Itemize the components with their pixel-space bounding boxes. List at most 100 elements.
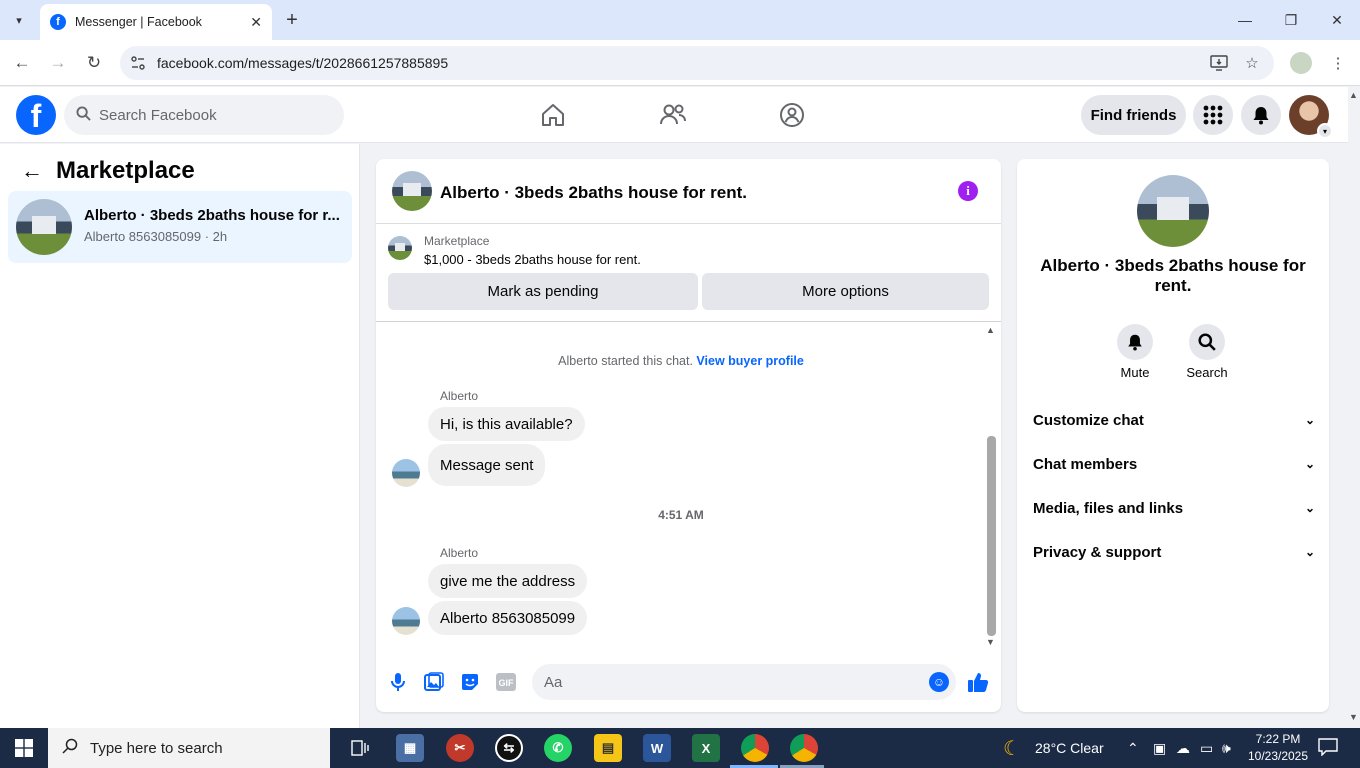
menu-grid-icon[interactable]	[1193, 95, 1233, 135]
forward-icon[interactable]: →	[45, 50, 71, 76]
sender-avatar[interactable]	[392, 459, 420, 487]
bookmark-star-icon[interactable]: ☆	[1241, 52, 1263, 74]
weather-text[interactable]: 28°C Clear	[1035, 740, 1104, 756]
listing-price[interactable]: $1,000 - 3beds 2baths house for rent.	[424, 252, 641, 267]
message-bubble[interactable]: Hi, is this available?	[428, 407, 585, 441]
message-timestamp: 4:51 AM	[658, 508, 704, 522]
section-label: Media, files and links	[1033, 499, 1184, 517]
new-tab-icon[interactable]: +	[280, 8, 304, 32]
taskbar-search-icon	[62, 738, 78, 759]
message-bubble[interactable]: Alberto 8563085099	[428, 601, 588, 635]
back-icon[interactable]: ←	[9, 50, 35, 76]
page-scroll-down-icon[interactable]: ▼	[1349, 712, 1358, 722]
chevron-down-icon: ⌄	[1304, 457, 1315, 471]
excel-icon[interactable]: X	[692, 734, 720, 762]
url-text[interactable]: facebook.com/messages/t/2028661257885895	[157, 55, 448, 71]
customize-chat-section[interactable]: Customize chat ⌄	[1033, 408, 1315, 432]
tab-search-chevron-icon[interactable]: ▾	[8, 9, 30, 31]
taskbar-clock[interactable]: 7:22 PM 10/23/2025	[1238, 731, 1318, 765]
chevron-down-icon: ⌄	[1304, 545, 1315, 559]
listing-mini-thumbnail	[388, 236, 412, 260]
conversation-name: Alberto · 3beds 2baths house for r...	[84, 207, 340, 224]
sender-avatar[interactable]	[392, 607, 420, 635]
facebook-search-input[interactable]	[99, 106, 319, 124]
task-view-icon[interactable]	[346, 734, 374, 762]
groups-icon[interactable]	[777, 100, 807, 130]
search-icon	[76, 105, 91, 125]
close-tab-icon[interactable]: ✕	[250, 14, 262, 31]
message-composer[interactable]	[532, 664, 956, 700]
site-info-icon[interactable]	[128, 53, 148, 73]
find-friends-button[interactable]: Find friends	[1081, 95, 1186, 135]
maximize-icon[interactable]: ❐	[1279, 8, 1303, 32]
tray-chevron-up-icon[interactable]: ⌃	[1127, 740, 1139, 757]
windows-start-icon[interactable]	[0, 728, 48, 768]
home-icon[interactable]	[538, 100, 568, 130]
section-label: Chat members	[1033, 455, 1138, 473]
account-avatar[interactable]: ▾	[1289, 95, 1333, 139]
minimize-icon[interactable]: —	[1233, 8, 1257, 32]
chat-members-section[interactable]: Chat members ⌄	[1033, 452, 1315, 476]
back-arrow-icon[interactable]: ←	[20, 158, 44, 183]
chat-scrollbar-thumb[interactable]	[987, 436, 996, 636]
sticky-notes-icon[interactable]: ▤	[594, 734, 622, 762]
browser-profile-avatar[interactable]	[1290, 52, 1312, 74]
listing-divider	[376, 321, 1001, 322]
notifications-bell-icon[interactable]	[1241, 95, 1281, 135]
whatsapp-icon[interactable]: ✆	[544, 734, 572, 762]
search-label: Search	[1186, 365, 1228, 380]
listing-label: Marketplace	[424, 234, 490, 248]
teamviewer-icon[interactable]: ⇆	[495, 734, 523, 762]
chrome-profile-icon[interactable]	[790, 734, 818, 762]
system-message-text: Alberto started this chat.	[558, 354, 693, 368]
taskbar-search-placeholder: Type here to search	[90, 739, 223, 757]
microphone-icon[interactable]	[386, 670, 410, 694]
tray-device-icon[interactable]: ▣	[1153, 740, 1166, 757]
friends-icon[interactable]	[658, 100, 688, 130]
more-options-button[interactable]: More options	[702, 273, 989, 310]
word-document-icon[interactable]: W	[643, 734, 671, 762]
tray-cloud-icon[interactable]: ☁	[1176, 740, 1190, 757]
listing-thumbnail	[16, 199, 72, 255]
panel-title: Marketplace	[56, 157, 195, 184]
chat-title[interactable]: Alberto · 3beds 2baths house for rent.	[440, 183, 747, 203]
chat-info-photo[interactable]	[1137, 175, 1209, 247]
close-window-icon[interactable]: ✕	[1325, 8, 1349, 32]
calculator-app-icon[interactable]: ▦	[396, 734, 424, 762]
emoji-icon[interactable]: ☺	[929, 672, 949, 692]
install-app-icon[interactable]	[1208, 52, 1230, 74]
media-files-links-section[interactable]: Media, files and links ⌄	[1033, 496, 1315, 520]
thumbs-up-icon[interactable]	[966, 670, 990, 694]
facebook-favicon-icon: f	[50, 14, 66, 30]
scroll-up-arrow-icon[interactable]: ▲	[986, 325, 995, 335]
taskbar-search[interactable]: Type here to search	[48, 728, 330, 768]
message-bubble[interactable]: give me the address	[428, 564, 588, 598]
notification-center-icon[interactable]	[1318, 738, 1338, 759]
reload-icon[interactable]: ↻	[81, 50, 107, 76]
mark-as-pending-button[interactable]: Mark as pending	[388, 273, 698, 310]
sticker-icon[interactable]	[458, 670, 482, 694]
browser-tab-messenger[interactable]: f Messenger | Facebook ✕	[40, 4, 272, 40]
page-scroll-up-icon[interactable]: ▲	[1349, 90, 1358, 100]
view-buyer-profile-link[interactable]: View buyer profile	[696, 354, 803, 368]
chat-header-thumbnail[interactable]	[392, 171, 432, 211]
scroll-down-arrow-icon[interactable]: ▼	[986, 637, 995, 647]
volume-icon[interactable]: 🕪	[1222, 740, 1231, 757]
weather-moon-icon[interactable]: ☾	[1003, 736, 1021, 761]
message-bubble[interactable]: Message sent	[428, 444, 546, 486]
attach-photo-icon[interactable]	[422, 670, 446, 694]
message-input[interactable]	[544, 673, 914, 691]
sender-name: Alberto	[440, 389, 479, 403]
network-icon[interactable]: ▭	[1200, 740, 1213, 757]
gif-icon[interactable]: GIF	[494, 670, 518, 694]
snipping-tool-icon[interactable]: ✂	[446, 734, 474, 762]
privacy-support-section[interactable]: Privacy & support ⌄	[1033, 540, 1315, 564]
browser-menu-icon[interactable]: ⋮	[1327, 52, 1349, 74]
section-label: Privacy & support	[1033, 543, 1162, 561]
facebook-logo-icon[interactable]: f	[16, 95, 56, 135]
facebook-search[interactable]	[64, 95, 344, 135]
info-icon[interactable]: i	[958, 181, 978, 201]
mute-button[interactable]	[1117, 324, 1153, 360]
search-in-chat-button[interactable]	[1189, 324, 1225, 360]
chrome-icon[interactable]	[741, 734, 769, 762]
